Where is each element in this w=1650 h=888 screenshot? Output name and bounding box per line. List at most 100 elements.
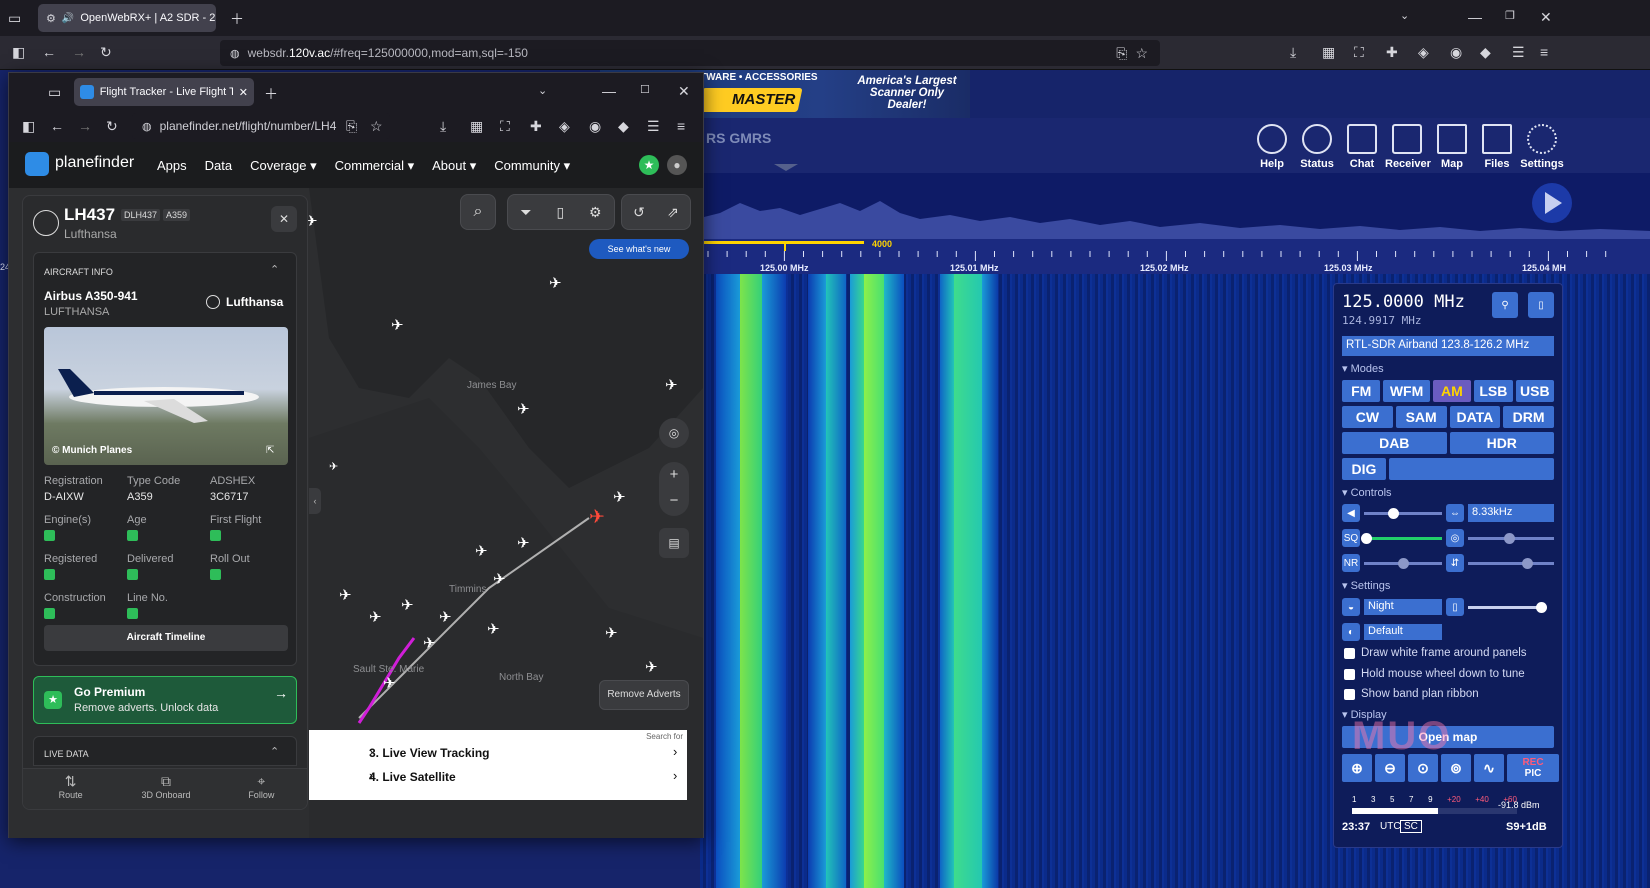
bandwidth-button[interactable]: ⇔: [1446, 504, 1464, 522]
bookmark-button[interactable]: ▯: [1528, 292, 1554, 318]
aircraft-icon[interactable]: ✈: [517, 400, 530, 418]
lock-icon[interactable]: [44, 608, 55, 619]
aircraft-icon[interactable]: ✈: [613, 488, 626, 506]
chat-button[interactable]: Chat: [1340, 124, 1384, 170]
audio-icon[interactable]: 🔊: [62, 13, 74, 24]
minimize-icon[interactable]: —: [602, 83, 616, 99]
puzzle-icon[interactable]: ✚: [530, 118, 542, 135]
nav-commercial[interactable]: Commercial ▾: [335, 158, 414, 174]
aircraft-icon[interactable]: ✈: [549, 274, 562, 292]
mode-am-button[interactable]: AM: [1432, 380, 1472, 402]
download-icon[interactable]: ⤓: [1290, 44, 1296, 61]
lock-icon[interactable]: [44, 530, 55, 541]
route-icon[interactable]: ⇗: [667, 204, 679, 221]
tune-lock-button[interactable]: ⚲: [1492, 292, 1518, 318]
aircraft-icon[interactable]: ✈: [369, 608, 382, 626]
planefinder-logo-icon[interactable]: [25, 152, 49, 176]
aircraft-icon[interactable]: ✈: [475, 542, 488, 560]
history-icon[interactable]: ↺: [633, 204, 645, 221]
gain-knob[interactable]: [1522, 558, 1533, 569]
locate-icon[interactable]: ◎: [659, 418, 689, 448]
aircraft-icon[interactable]: ✈: [645, 658, 658, 676]
photo-credit[interactable]: © Munich Planes: [52, 445, 132, 456]
shield-icon[interactable]: ◈: [1418, 44, 1429, 61]
squelch-button[interactable]: SQ: [1342, 529, 1360, 547]
bookmark-star-icon[interactable]: ☆: [1135, 45, 1148, 62]
checkbox[interactable]: [1344, 647, 1355, 659]
menu-icon[interactable]: ≡: [1540, 44, 1548, 60]
site-info-icon[interactable]: ◍: [230, 47, 240, 60]
reader-icon[interactable]: ☰: [1512, 44, 1525, 61]
back-icon[interactable]: ←: [50, 118, 64, 134]
mode-wfm-button[interactable]: WFM: [1383, 380, 1430, 402]
files-button[interactable]: Files: [1475, 124, 1519, 170]
theme-select[interactable]: Night: [1364, 599, 1442, 615]
grammar-icon[interactable]: ◉: [589, 118, 601, 135]
mode-dab-button[interactable]: DAB: [1342, 432, 1447, 454]
save-page-icon[interactable]: ⎘: [346, 118, 357, 135]
layers-icon[interactable]: ▤: [659, 528, 689, 558]
route-button[interactable]: ⇅ Route: [23, 769, 118, 809]
ad-box[interactable]: Search for 3. Live View Tracking 4. Live…: [309, 730, 687, 800]
opacity-slider[interactable]: [1468, 602, 1547, 613]
outer-url-bar[interactable]: ◍ websdr.120v.ac/#freq=125000000,mod=am,…: [220, 40, 1160, 66]
volume-slider[interactable]: [1364, 508, 1442, 519]
nav-apps[interactable]: Apps: [157, 158, 187, 174]
agc-button[interactable]: ⇵: [1446, 554, 1464, 572]
mode-lsb-button[interactable]: LSB: [1474, 380, 1513, 402]
volume-button[interactable]: ◀: [1342, 504, 1360, 522]
minimize-icon[interactable]: —: [1468, 9, 1482, 25]
aircraft-icon[interactable]: ✈: [605, 624, 618, 642]
squelch-knob[interactable]: [1361, 533, 1372, 544]
new-tab-icon[interactable]: ＋: [264, 84, 278, 104]
frequency-scale[interactable]: 4000 125.00 MHz 125.01 MHz 125.02 MHz 12…: [700, 239, 1650, 274]
checkbox-mouse-wheel[interactable]: Hold mouse wheel down to tune: [1344, 668, 1525, 680]
mode-sam-button[interactable]: SAM: [1395, 406, 1447, 428]
translate-icon[interactable]: ⛶: [500, 118, 510, 135]
grammar-icon[interactable]: ◉: [1450, 44, 1462, 61]
planefinder-logo[interactable]: planefinder: [55, 154, 134, 172]
aircraft-icon[interactable]: ✈: [665, 376, 678, 394]
checkbox[interactable]: [1344, 668, 1355, 680]
noise-reduction-button[interactable]: NR: [1342, 554, 1360, 572]
reader-view-icon[interactable]: ⎘: [1116, 45, 1127, 62]
lock-icon[interactable]: [127, 608, 138, 619]
nav-community[interactable]: Community ▾: [494, 158, 570, 174]
menu-icon[interactable]: ≡: [677, 118, 685, 134]
tab-overview-icon[interactable]: ▭: [48, 84, 61, 101]
auto-squelch-button[interactable]: ◎: [1446, 529, 1464, 547]
mode-hdr-button[interactable]: HDR: [1449, 432, 1554, 454]
translate-icon[interactable]: ⛶: [1354, 44, 1364, 61]
forward-icon[interactable]: →: [72, 44, 86, 60]
lock-icon[interactable]: [44, 569, 55, 580]
palette-select[interactable]: Default: [1364, 624, 1442, 640]
inner-tab[interactable]: Flight Tracker - Live Flight Track ✕: [74, 78, 254, 106]
mode-usb-button[interactable]: USB: [1515, 380, 1555, 402]
close-icon[interactable]: ✕: [271, 206, 297, 232]
aircraft-icon[interactable]: ✈: [439, 608, 452, 626]
nav-about[interactable]: About ▾: [432, 158, 476, 174]
lock-icon[interactable]: [210, 569, 221, 580]
tab-overview-icon[interactable]: ▭: [8, 10, 21, 27]
ad-item[interactable]: 4. Live Satellite: [369, 770, 456, 784]
aircraft-icon[interactable]: ✈: [423, 634, 436, 652]
close-icon[interactable]: ✕: [239, 86, 248, 99]
aircraft-icon[interactable]: ✈: [339, 586, 352, 604]
settings-section-label[interactable]: ▾ Settings: [1342, 579, 1390, 592]
follow-button[interactable]: ⌖ Follow: [214, 769, 307, 809]
outer-tab[interactable]: ⚙ 🔊 OpenWebRX+ | A2 SDR - 2 ✕: [38, 4, 216, 32]
mode-fm-button[interactable]: FM: [1342, 380, 1381, 402]
aircraft-icon[interactable]: ✈: [487, 620, 500, 638]
sidebar-icon[interactable]: ◧: [22, 118, 35, 135]
nr-slider[interactable]: [1364, 558, 1442, 569]
frequency-display[interactable]: 125.0000 MHz: [1342, 292, 1465, 312]
ad-item[interactable]: 3. Live View Tracking: [369, 746, 490, 760]
new-tab-icon[interactable]: ＋: [230, 9, 244, 29]
receiver-button[interactable]: Receiver: [1385, 124, 1431, 170]
selected-aircraft-icon[interactable]: ✈: [589, 506, 605, 529]
status-button[interactable]: Status: [1295, 124, 1339, 170]
mode-dig-button[interactable]: DIG: [1342, 458, 1386, 480]
squelch-slider[interactable]: [1361, 533, 1442, 544]
aircraft-timeline-button[interactable]: Aircraft Timeline: [44, 625, 288, 651]
controls-section-label[interactable]: ▾ Controls: [1342, 486, 1392, 499]
